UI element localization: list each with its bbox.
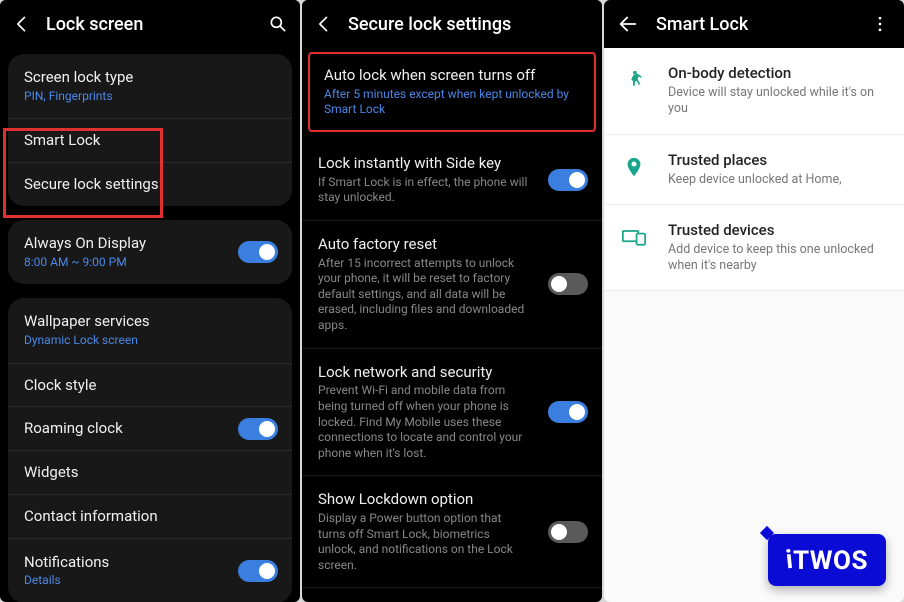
toggle-lock-network[interactable] [548, 401, 588, 423]
row-secure-lock-settings[interactable]: Secure lock settings [8, 162, 292, 206]
back-icon[interactable] [10, 12, 34, 36]
toggle-auto-factory-reset[interactable] [548, 273, 588, 295]
toggle-notifications[interactable] [238, 560, 278, 582]
toggle-roaming-clock[interactable] [238, 418, 278, 440]
row-sub: If Smart Lock is in effect, the phone wi… [318, 175, 528, 206]
location-pin-icon [620, 153, 648, 181]
row-lock-network-security[interactable]: Lock network and security Prevent Wi-Fi … [302, 349, 602, 477]
row-sub: After 15 incorrect attempts to unlock yo… [318, 256, 528, 334]
devices-icon [620, 223, 648, 251]
panel-secure-lock-settings: Secure lock settings Auto lock when scre… [302, 0, 602, 602]
row-sub: Prevent Wi-Fi and mobile data from being… [318, 383, 528, 461]
row-title: Widgets [24, 463, 276, 482]
row-show-lockdown[interactable]: Show Lockdown option Display a Power but… [302, 476, 602, 588]
more-icon[interactable] [868, 12, 892, 36]
row-title: Contact information [24, 507, 276, 526]
row-notifications[interactable]: Notifications Details [8, 538, 292, 602]
row-title: Screen lock type [24, 68, 276, 87]
row-sub: Display a Power button option that turns… [318, 511, 528, 573]
row-title: Lock instantly with Side key [318, 154, 586, 173]
back-arrow-icon[interactable] [616, 12, 640, 36]
header-secure-lock: Secure lock settings [302, 0, 602, 48]
panel-lock-screen: Lock screen Screen lock type PIN, Finger… [0, 0, 300, 602]
row-title: Clock style [24, 376, 276, 395]
row-clock-style[interactable]: Clock style [8, 363, 292, 407]
card-misc: Wallpaper services Dynamic Lock screen C… [8, 298, 292, 602]
row-screen-lock-type[interactable]: Screen lock type PIN, Fingerprints [8, 54, 292, 118]
toggle-always-on[interactable] [238, 241, 278, 263]
panel-smart-lock: Smart Lock On-body detection Device will… [604, 0, 904, 602]
row-title: Smart Lock [24, 131, 276, 150]
row-title: Lock network and security [318, 363, 586, 382]
row-trusted-places[interactable]: Trusted places Keep device unlocked at H… [604, 135, 904, 205]
row-sub: Keep device unlocked at Home, [668, 172, 888, 188]
row-trusted-devices[interactable]: Trusted devices Add device to keep this … [604, 205, 904, 292]
page-title: Smart Lock [656, 14, 868, 35]
row-sub: After 5 minutes except when kept unlocke… [324, 87, 580, 118]
row-title: Trusted places [668, 151, 888, 169]
search-icon[interactable] [266, 12, 290, 36]
row-title: Auto factory reset [318, 235, 586, 254]
card-lock-types: Screen lock type PIN, Fingerprints Smart… [8, 54, 292, 206]
watermark-logo: iiTWOSTWOS [768, 534, 886, 586]
page-title: Secure lock settings [348, 14, 592, 35]
row-title: Auto lock when screen turns off [324, 66, 580, 85]
row-on-body-detection[interactable]: On-body detection Device will stay unloc… [604, 48, 904, 135]
page-title: Lock screen [46, 14, 266, 35]
row-lock-side-key[interactable]: Lock instantly with Side key If Smart Lo… [302, 140, 602, 221]
card-always-on: Always On Display 8:00 AM ~ 9:00 PM [8, 220, 292, 284]
row-sub: Device will stay unlocked while it's on … [668, 85, 888, 118]
row-contact-information[interactable]: Contact information [8, 494, 292, 538]
row-roaming-clock[interactable]: Roaming clock [8, 406, 292, 450]
row-sub: Add device to keep this one unlocked whe… [668, 242, 888, 275]
row-widgets[interactable]: Widgets [8, 450, 292, 494]
back-icon[interactable] [312, 12, 336, 36]
row-title: On-body detection [668, 64, 888, 82]
header-lock-screen: Lock screen [0, 0, 300, 48]
row-always-on-display[interactable]: Always On Display 8:00 AM ~ 9:00 PM [8, 220, 292, 284]
row-title: Secure lock settings [24, 175, 276, 194]
row-auto-factory-reset[interactable]: Auto factory reset After 15 incorrect at… [302, 221, 602, 349]
row-smart-lock[interactable]: Smart Lock [8, 118, 292, 162]
row-title: Wallpaper services [24, 312, 276, 331]
row-title: Show Lockdown option [318, 490, 586, 509]
toggle-side-key[interactable] [548, 169, 588, 191]
row-title: Trusted devices [668, 221, 888, 239]
header-smart-lock: Smart Lock [604, 0, 904, 48]
toggle-lockdown[interactable] [548, 521, 588, 543]
row-auto-lock[interactable]: Auto lock when screen turns off After 5 … [308, 52, 596, 132]
row-sub: PIN, Fingerprints [24, 89, 276, 105]
row-wallpaper-services[interactable]: Wallpaper services Dynamic Lock screen [8, 298, 292, 362]
walking-icon [620, 66, 648, 94]
row-sub: Dynamic Lock screen [24, 333, 276, 349]
